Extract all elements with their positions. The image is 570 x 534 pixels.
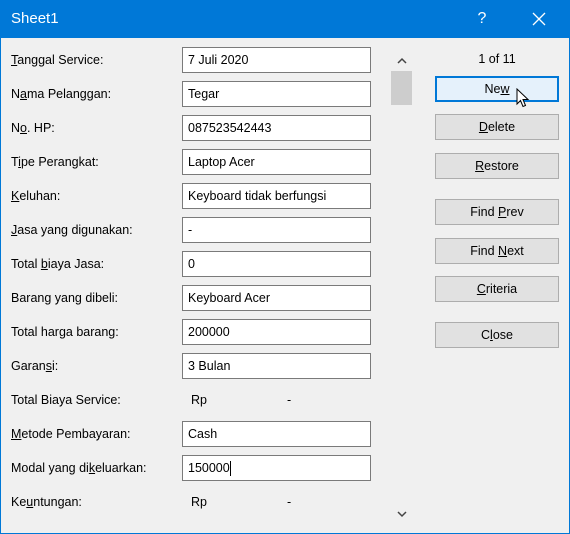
- input-modal-dikeluarkan[interactable]: 150000: [182, 455, 371, 481]
- label-keluhan: Keluhan:: [11, 189, 61, 203]
- label-garansi: Garansi:: [11, 359, 59, 373]
- label-total-harga-barang: Total harga barang:: [11, 325, 119, 339]
- new-button[interactable]: New: [435, 76, 559, 102]
- find-next-button[interactable]: Find Next: [435, 238, 559, 264]
- input-tipe-perangkat[interactable]: Laptop Acer: [182, 149, 371, 175]
- text-caret: [229, 461, 231, 477]
- input-metode-pembayaran[interactable]: Cash: [182, 421, 371, 447]
- input-total-harga-barang[interactable]: 200000: [182, 319, 371, 345]
- keuntungan-currency: Rp: [191, 495, 207, 509]
- label-total-biaya-service: Total Biaya Service:: [11, 393, 121, 407]
- label-keuntungan: Keuntungan:: [11, 495, 82, 509]
- find-prev-button[interactable]: Find Prev: [435, 199, 559, 225]
- restore-button[interactable]: Restore: [435, 153, 559, 179]
- label-modal-dikeluarkan: Modal yang dikeluarkan:: [11, 461, 147, 475]
- label-metode-pembayaran: Metode Pembayaran:: [11, 427, 131, 441]
- close-window-button[interactable]: [522, 0, 556, 38]
- label-barang-dibeli: Barang yang dibeli:: [11, 291, 119, 305]
- title-bar: Sheet1 ?: [0, 0, 570, 38]
- help-button[interactable]: ?: [466, 0, 498, 38]
- label-tipe-perangkat: Tipe Perangkat:: [11, 155, 99, 169]
- record-indicator: 1 of 11: [478, 52, 516, 66]
- total-biaya-service-value: -: [287, 393, 292, 407]
- scroll-thumb[interactable]: [391, 71, 412, 105]
- input-nama-pelanggan[interactable]: Tegar: [182, 81, 371, 107]
- mouse-pointer-icon: [516, 88, 530, 108]
- label-jasa-digunakan: Jasa yang digunakan:: [11, 223, 133, 237]
- total-biaya-service-currency: Rp: [191, 393, 207, 407]
- label-no-hp: No. HP:: [11, 121, 55, 135]
- modal-value: 150000: [188, 461, 230, 475]
- input-total-biaya-jasa[interactable]: 0: [182, 251, 371, 277]
- label-total-biaya-jasa: Total biaya Jasa:: [11, 257, 105, 271]
- close-icon: [532, 12, 546, 26]
- input-jasa-digunakan[interactable]: -: [182, 217, 371, 243]
- close-button[interactable]: Close: [435, 322, 559, 348]
- input-keluhan[interactable]: Keyboard tidak berfungsi: [182, 183, 371, 209]
- scroll-down-button[interactable]: [390, 504, 413, 524]
- window-title: Sheet1: [11, 10, 59, 27]
- input-barang-dibeli[interactable]: Keyboard Acer: [182, 285, 371, 311]
- keuntungan-value: -: [287, 495, 292, 509]
- delete-button[interactable]: Delete: [435, 114, 559, 140]
- criteria-button[interactable]: Criteria: [435, 276, 559, 302]
- chevron-up-icon: [396, 57, 407, 64]
- record-scrollbar[interactable]: [390, 45, 413, 526]
- input-tanggal-service[interactable]: 7 Juli 2020: [182, 47, 371, 73]
- label-tanggal-service: Tanggal Service:: [11, 53, 104, 67]
- input-garansi[interactable]: 3 Bulan: [182, 353, 371, 379]
- chevron-down-icon: [396, 510, 407, 517]
- input-no-hp[interactable]: 087523542443: [182, 115, 371, 141]
- scroll-up-button[interactable]: [390, 50, 413, 70]
- label-nama-pelanggan: Nama Pelanggan:: [11, 87, 112, 101]
